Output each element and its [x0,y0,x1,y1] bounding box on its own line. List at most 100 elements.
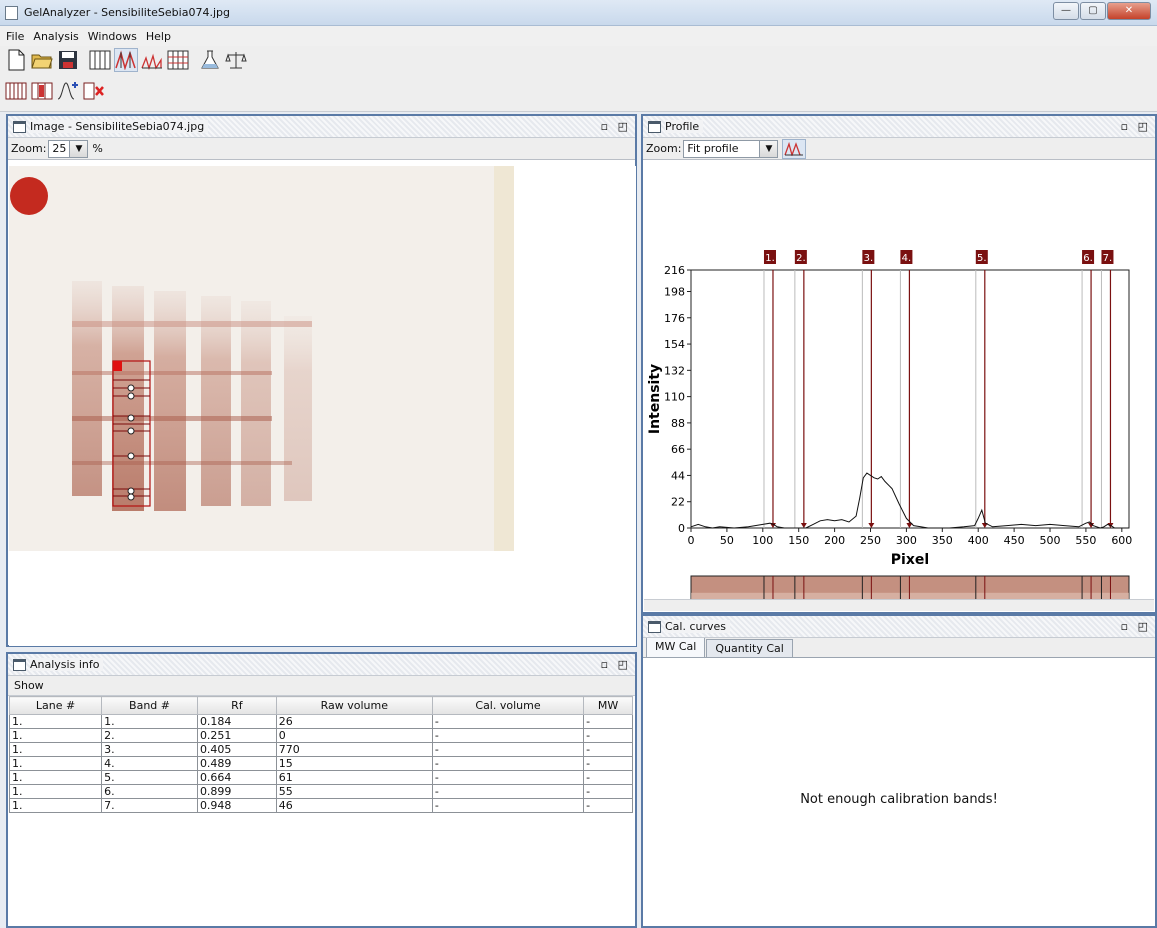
y-tick-label: 110 [664,391,685,404]
menu-bar: File Analysis Windows Help [0,26,1157,46]
cell[interactable]: 0.664 [196,770,277,785]
table-row[interactable]: 1. 2. 0.251 0- - [8,728,633,743]
cell[interactable]: 0.948 [196,798,277,813]
grid-icon[interactable] [166,48,190,72]
show-button[interactable]: Show [14,679,44,692]
cell[interactable]: 55 [275,784,433,799]
cell[interactable]: - [431,714,585,729]
cell[interactable]: 770 [275,742,433,757]
cell[interactable]: 6. [101,784,198,799]
cell[interactable]: 15 [275,756,433,771]
gel-image[interactable] [9,166,636,646]
cell[interactable]: 0.251 [196,728,277,743]
table-row[interactable]: 1. 3. 0.405 770- - [8,742,633,757]
cell[interactable]: 0.184 [196,714,277,729]
intensity-profile-chart[interactable]: 0 22 44 66 88 110 132 154 176 198 216 0 50 100 150 200 2… [643,160,1155,625]
table-row[interactable]: 1. 6. 0.899 55- - [8,784,633,799]
menu-file[interactable]: File [6,30,24,43]
pane-buttons[interactable]: ▫ ◰ [1121,620,1151,633]
cell[interactable]: - [431,784,585,799]
pane-buttons[interactable]: ▫ ◰ [1121,120,1151,133]
col-lane[interactable]: Lane # [8,696,103,715]
cell[interactable]: 1. [8,784,103,799]
table-row[interactable]: 1. 5. 0.664 61- - [8,770,633,785]
cell[interactable]: 7. [101,798,198,813]
gel-image-canvas[interactable] [9,166,636,646]
save-icon[interactable] [56,48,80,72]
col-mw[interactable]: MW [583,696,633,715]
multi-lane-icon[interactable] [4,79,28,103]
cell[interactable]: - [431,728,585,743]
cell[interactable]: 61 [275,770,433,785]
cell[interactable]: 1. [8,770,103,785]
cell[interactable]: 4. [101,756,198,771]
cell[interactable]: - [583,742,633,757]
flask-icon[interactable] [198,48,222,72]
cell[interactable]: - [431,798,585,813]
col-raw-volume[interactable]: Raw volume [275,696,433,715]
tab-quantity-cal[interactable]: Quantity Cal [706,639,793,657]
zoom-unit: % [92,142,103,155]
col-band[interactable]: Band # [101,696,198,715]
open-folder-icon[interactable] [30,48,54,72]
fit-peaks-icon[interactable] [782,138,807,159]
cell[interactable]: - [583,798,633,813]
cell[interactable]: - [583,728,633,743]
cell[interactable]: 1. [8,728,103,743]
lane-select-icon[interactable] [30,79,54,103]
cell[interactable]: 26 [275,714,433,729]
menu-windows[interactable]: Windows [88,30,137,43]
menu-analysis[interactable]: Analysis [33,30,78,43]
cell[interactable]: 0.405 [196,742,277,757]
image-pane: Image - SensibiliteSebia074.jpg ▫ ◰ Zoom… [6,114,637,647]
cell[interactable]: 5. [101,770,198,785]
window-icon [13,658,26,671]
window-controls: — ▢ ✕ [1052,2,1151,21]
cell[interactable]: 1. [8,714,103,729]
cell[interactable]: - [431,742,585,757]
cell[interactable]: 46 [275,798,433,813]
cell[interactable]: 1. [8,798,103,813]
cell[interactable]: - [583,770,633,785]
image-pane-titlebar: Image - SensibiliteSebia074.jpg ▫ ◰ [8,116,635,138]
chevron-down-icon[interactable]: ▼ [759,140,778,157]
minimize-button[interactable]: — [1053,2,1079,20]
table-row[interactable]: 1. 1. 0.184 26- - [8,714,633,729]
cell[interactable]: 1. [101,714,198,729]
maximize-button[interactable]: ▢ [1080,2,1106,20]
cell[interactable]: - [583,756,633,771]
x-tick-label: 400 [968,534,989,547]
new-file-icon[interactable] [4,48,28,72]
add-profile-icon[interactable] [56,79,80,103]
tab-mw-cal[interactable]: MW Cal [646,637,706,657]
profile-scrollbar[interactable] [644,599,1154,611]
balance-icon[interactable] [224,48,248,72]
table-row[interactable]: 1. 7. 0.948 46- - [8,798,633,813]
cell[interactable]: 0 [275,728,433,743]
pane-buttons[interactable]: ▫ ◰ [601,120,631,133]
lanes-icon[interactable] [88,48,112,72]
menu-help[interactable]: Help [146,30,171,43]
col-rf[interactable]: Rf [196,696,277,715]
cell[interactable]: - [583,784,633,799]
close-button[interactable]: ✕ [1107,2,1151,20]
cell[interactable]: - [431,756,585,771]
zoom-select[interactable]: 25 ▼ [48,139,89,158]
cell[interactable]: 2. [101,728,198,743]
cell[interactable]: 0.899 [196,784,277,799]
cell[interactable]: - [583,714,633,729]
col-cal-volume[interactable]: Cal. volume [431,696,585,715]
chevron-down-icon[interactable]: ▼ [69,140,88,157]
cell[interactable]: 1. [8,756,103,771]
cell[interactable]: 3. [101,742,198,757]
profile-zoom-select[interactable]: Fit profile ▼ [683,139,779,158]
profile-peaks-icon[interactable] [140,48,164,72]
delete-lane-icon[interactable] [82,79,106,103]
cell[interactable]: - [431,770,585,785]
cell[interactable]: 1. [8,742,103,757]
table-row[interactable]: 1. 4. 0.489 15- - [8,756,633,771]
cell[interactable]: 0.489 [196,756,277,771]
pane-buttons[interactable]: ▫ ◰ [601,658,631,671]
cal-tabs: MW Cal Quantity Cal [643,637,1155,658]
peaks-icon[interactable] [114,48,138,72]
